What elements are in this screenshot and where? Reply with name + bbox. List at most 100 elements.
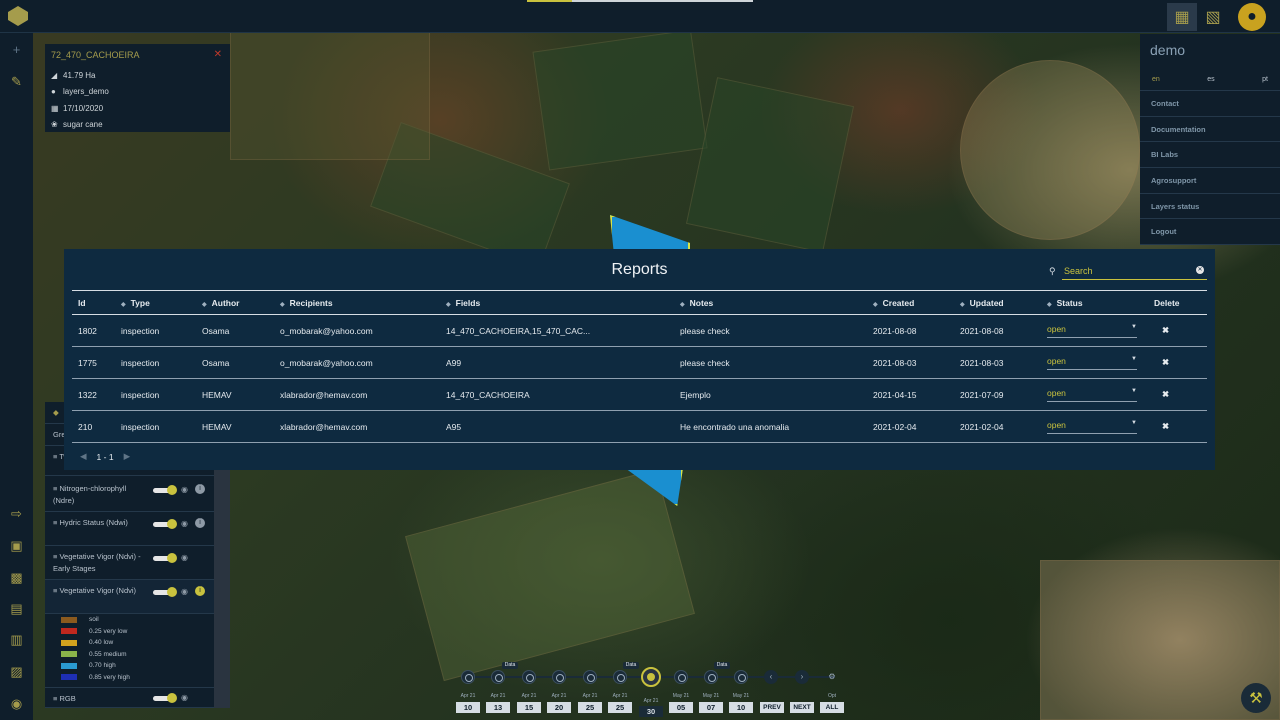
eye-icon[interactable]: ◉ xyxy=(181,692,188,704)
col-recipients[interactable]: ◆ Recipients xyxy=(280,290,446,315)
delete-icon[interactable]: ✖ xyxy=(1148,378,1207,411)
menu-bi-labs[interactable]: BI Labs xyxy=(1140,142,1280,169)
info-icon[interactable]: i xyxy=(195,586,205,596)
layer-toggle[interactable] xyxy=(153,519,177,529)
menu-layers-status[interactable]: Layers status xyxy=(1140,194,1280,220)
col-updated[interactable]: ◆ Updated xyxy=(960,290,1047,315)
timeline-dot-active[interactable] xyxy=(641,667,661,687)
date-button[interactable]: 05 xyxy=(669,702,693,713)
export-icon[interactable]: ⇨ xyxy=(8,505,25,522)
table-row[interactable]: 1802 inspection Osama o_mobarak@yahoo.co… xyxy=(72,314,1207,347)
table-row[interactable]: 1322 inspection HEMAV xlabrador@hemav.co… xyxy=(72,378,1207,411)
date-button-active[interactable]: 30 xyxy=(639,706,663,717)
settings-icon[interactable]: ⚙ xyxy=(825,670,839,684)
chevron-left-icon[interactable]: ‹ xyxy=(764,670,778,684)
delete-icon[interactable]: ✖ xyxy=(1148,314,1207,347)
layer-item[interactable]: ≡ Nitrogen-chlorophyll (Ndre) ◉ i xyxy=(45,478,214,512)
date-button[interactable]: 13 xyxy=(486,702,510,713)
timeline-dot[interactable] xyxy=(734,670,748,684)
cell-created: 2021-08-03 xyxy=(873,346,960,379)
info-icon[interactable]: i xyxy=(195,518,205,528)
chevron-down-icon: ▼ xyxy=(1131,387,1137,394)
menu-documentation[interactable]: Documentation xyxy=(1140,117,1280,143)
eye-icon[interactable]: ◉ xyxy=(181,586,188,598)
report-icon[interactable]: ▥ xyxy=(8,631,25,648)
pencil-icon[interactable]: ✎ xyxy=(8,73,25,90)
table-header-row: Id ◆ Type ◆ Author ◆ Recipients ◆ Fields ◆ No… xyxy=(72,290,1207,315)
table-row[interactable]: 1775 inspection Osama o_mobarak@yahoo.co… xyxy=(72,346,1207,379)
prev-page-icon[interactable]: ◀ xyxy=(80,451,87,462)
plus-icon[interactable]: + xyxy=(8,41,25,58)
timeline-dot[interactable] xyxy=(552,670,566,684)
menu-contact[interactable]: Contact xyxy=(1140,91,1280,117)
date-button[interactable]: 07 xyxy=(699,702,723,713)
timeline-dot[interactable] xyxy=(522,670,536,684)
menu-logout[interactable]: Logout xyxy=(1140,219,1280,246)
clear-search-icon[interactable]: ✕ xyxy=(1196,266,1204,274)
cell-id: 1775 xyxy=(72,346,121,379)
close-icon[interactable]: ✕ xyxy=(214,49,222,60)
next-page-icon[interactable]: ▶ xyxy=(124,451,131,462)
lang-en[interactable]: en xyxy=(1152,76,1160,83)
status-select[interactable]: open ▼ xyxy=(1047,420,1137,434)
all-button[interactable]: ALL xyxy=(820,702,844,713)
timeline-dot-drone[interactable] xyxy=(613,670,627,684)
date-button[interactable]: 25 xyxy=(578,702,602,713)
status-select[interactable]: open ▼ xyxy=(1047,324,1137,338)
eye-icon[interactable]: ◉ xyxy=(181,552,188,564)
status-select[interactable]: open ▼ xyxy=(1047,356,1137,370)
chart-icon[interactable]: ▧ xyxy=(1198,3,1228,31)
col-fields[interactable]: ◆ Fields xyxy=(446,290,680,315)
globe-icon[interactable]: ◉ xyxy=(8,695,25,712)
camera-settings-icon[interactable]: ▩ xyxy=(8,569,25,586)
info-icon[interactable]: i xyxy=(195,484,205,494)
date-button[interactable]: 25 xyxy=(608,702,632,713)
status-select[interactable]: open ▼ xyxy=(1047,388,1137,402)
document-icon[interactable]: ▤ xyxy=(8,600,25,617)
map-view-icon[interactable]: ▦ xyxy=(1167,3,1197,31)
lang-pt[interactable]: pt xyxy=(1262,76,1268,83)
eye-icon[interactable]: ◉ xyxy=(181,518,188,530)
date-button[interactable]: 15 xyxy=(517,702,541,713)
search-input[interactable] xyxy=(1062,263,1207,280)
field-area-row: ◢ 41.79 Ha xyxy=(51,67,224,84)
prev-button[interactable]: PREV xyxy=(760,702,784,713)
date-timeline: Data Data Data ‹ › ⚙ Apr 21 Apr 21 Apr 2… xyxy=(455,662,850,720)
layer-toggle[interactable] xyxy=(153,485,177,495)
layer-toggle[interactable] xyxy=(153,587,177,597)
col-status[interactable]: ◆ Status xyxy=(1047,290,1148,315)
layer-toggle[interactable] xyxy=(153,553,177,563)
camera-icon[interactable]: ▣ xyxy=(8,537,25,554)
next-button[interactable]: NEXT xyxy=(790,702,814,713)
timeline-dot-drone[interactable] xyxy=(491,670,505,684)
layer-toggle[interactable] xyxy=(153,693,177,703)
layer-item[interactable]: ≡ Hydric Status (Ndwi) ◉ i xyxy=(45,512,214,546)
timeline-dot-drone[interactable] xyxy=(704,670,718,684)
layer-item[interactable]: ≡ Vegetative Vigor (Ndvi) - Early Stages… xyxy=(45,546,214,580)
eye-icon[interactable]: ◉ xyxy=(181,484,188,496)
wrench-icon[interactable]: ⚒ xyxy=(1241,683,1271,713)
table-row[interactable]: 210 inspection HEMAV xlabrador@hemav.com… xyxy=(72,410,1207,443)
col-author[interactable]: ◆ Author xyxy=(202,290,280,315)
layer-item[interactable]: ≡ RGB ◉ xyxy=(45,687,214,708)
chevron-right-icon[interactable]: › xyxy=(795,670,809,684)
timeline-dot[interactable] xyxy=(583,670,597,684)
printer-icon[interactable]: ▨ xyxy=(8,663,25,680)
menu-agrosupport[interactable]: Agrosupport xyxy=(1140,168,1280,194)
col-id[interactable]: Id xyxy=(72,290,121,315)
delete-icon[interactable]: ✖ xyxy=(1148,346,1207,379)
col-created[interactable]: ◆ Created xyxy=(873,290,960,315)
col-type[interactable]: ◆ Type xyxy=(121,290,202,315)
user-avatar-icon[interactable]: ● xyxy=(1238,3,1266,31)
date-button[interactable]: 10 xyxy=(456,702,480,713)
date-month: Apr 21 xyxy=(521,693,537,699)
delete-icon[interactable]: ✖ xyxy=(1148,410,1207,443)
date-button[interactable]: 10 xyxy=(729,702,753,713)
timeline-dot[interactable] xyxy=(674,670,688,684)
date-button[interactable]: 20 xyxy=(547,702,571,713)
lang-es[interactable]: es xyxy=(1207,76,1214,83)
col-notes[interactable]: ◆ Notes xyxy=(680,290,873,315)
timeline-dot[interactable] xyxy=(461,670,475,684)
logo-icon[interactable] xyxy=(8,6,28,26)
layer-item-active[interactable]: ≡ Vegetative Vigor (Ndvi) ◉ i xyxy=(45,580,214,614)
